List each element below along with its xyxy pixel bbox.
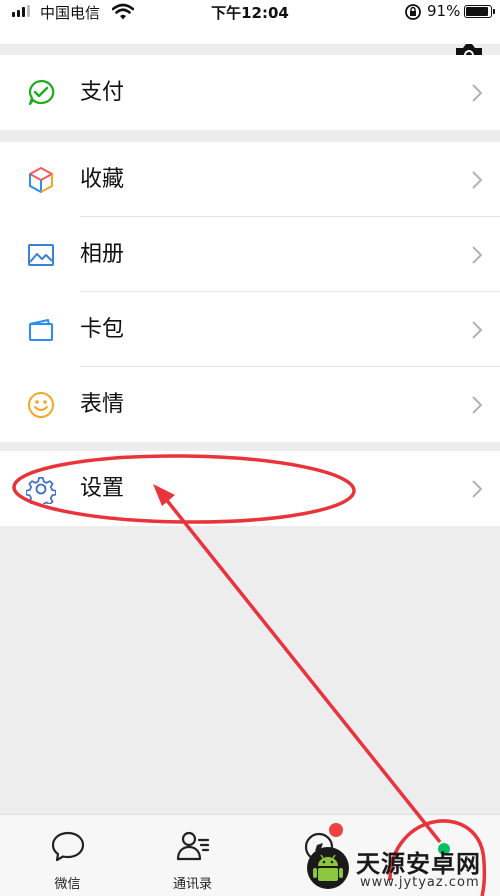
wechat-pay-icon bbox=[28, 79, 55, 106]
services-group: 收藏 相册 卡包 表情 bbox=[0, 142, 500, 442]
tab-label: 微信 bbox=[54, 877, 81, 892]
menu-item-label: 支付 bbox=[80, 80, 125, 105]
annotation-arrow-line bbox=[163, 496, 442, 844]
chevron-right-icon bbox=[472, 171, 483, 189]
site-watermark: 天源安卓网 www.jytyaz.com bbox=[300, 842, 500, 896]
settings-group: 设置 bbox=[0, 451, 500, 526]
chevron-right-icon bbox=[472, 321, 483, 339]
picture-icon bbox=[28, 244, 54, 266]
orientation-lock-icon bbox=[405, 4, 421, 20]
menu-item-cards[interactable]: 卡包 bbox=[0, 292, 500, 367]
menu-item-stickers[interactable]: 表情 bbox=[0, 367, 500, 442]
menu-item-label: 相册 bbox=[80, 242, 125, 267]
watermark-title: 天源安卓网 bbox=[356, 850, 481, 878]
header-area bbox=[0, 24, 500, 44]
menu-item-label: 卡包 bbox=[80, 317, 125, 342]
pay-group: 支付 bbox=[0, 55, 500, 130]
menu-item-settings[interactable]: 设置 bbox=[0, 451, 500, 526]
status-bar: 中国电信 下午12:04 91% bbox=[0, 0, 500, 24]
chevron-right-icon bbox=[472, 396, 483, 414]
contacts-icon bbox=[176, 831, 210, 861]
tab-label: 通讯录 bbox=[172, 877, 212, 892]
chevron-right-icon bbox=[472, 84, 483, 102]
watermark-url: www.jytyaz.com bbox=[360, 875, 480, 890]
card-wallet-icon bbox=[29, 319, 53, 341]
annotation-overlay bbox=[12, 454, 487, 896]
tab-contacts[interactable]: 通讯录 bbox=[130, 815, 255, 896]
tab-chats[interactable]: 微信 bbox=[5, 815, 130, 896]
chevron-right-icon bbox=[472, 246, 483, 264]
android-robot-logo bbox=[307, 847, 349, 889]
battery-percent: 91% bbox=[427, 2, 461, 20]
chevron-right-icon bbox=[472, 480, 483, 498]
menu-item-label: 表情 bbox=[80, 392, 125, 417]
notification-dot bbox=[329, 823, 343, 837]
smiley-icon bbox=[28, 392, 54, 418]
gear-icon bbox=[26, 476, 56, 504]
menu-item-pay[interactable]: 支付 bbox=[0, 55, 500, 130]
battery-icon bbox=[464, 5, 495, 18]
chat-bubble-icon bbox=[51, 831, 85, 862]
menu-item-album[interactable]: 相册 bbox=[0, 217, 500, 292]
battery-fill bbox=[466, 7, 488, 16]
menu-item-favorites[interactable]: 收藏 bbox=[0, 142, 500, 217]
menu-item-label: 设置 bbox=[80, 476, 125, 501]
menu-item-label: 收藏 bbox=[80, 167, 125, 192]
cube-icon bbox=[29, 167, 53, 193]
clock-time: 下午12:04 bbox=[211, 4, 289, 22]
